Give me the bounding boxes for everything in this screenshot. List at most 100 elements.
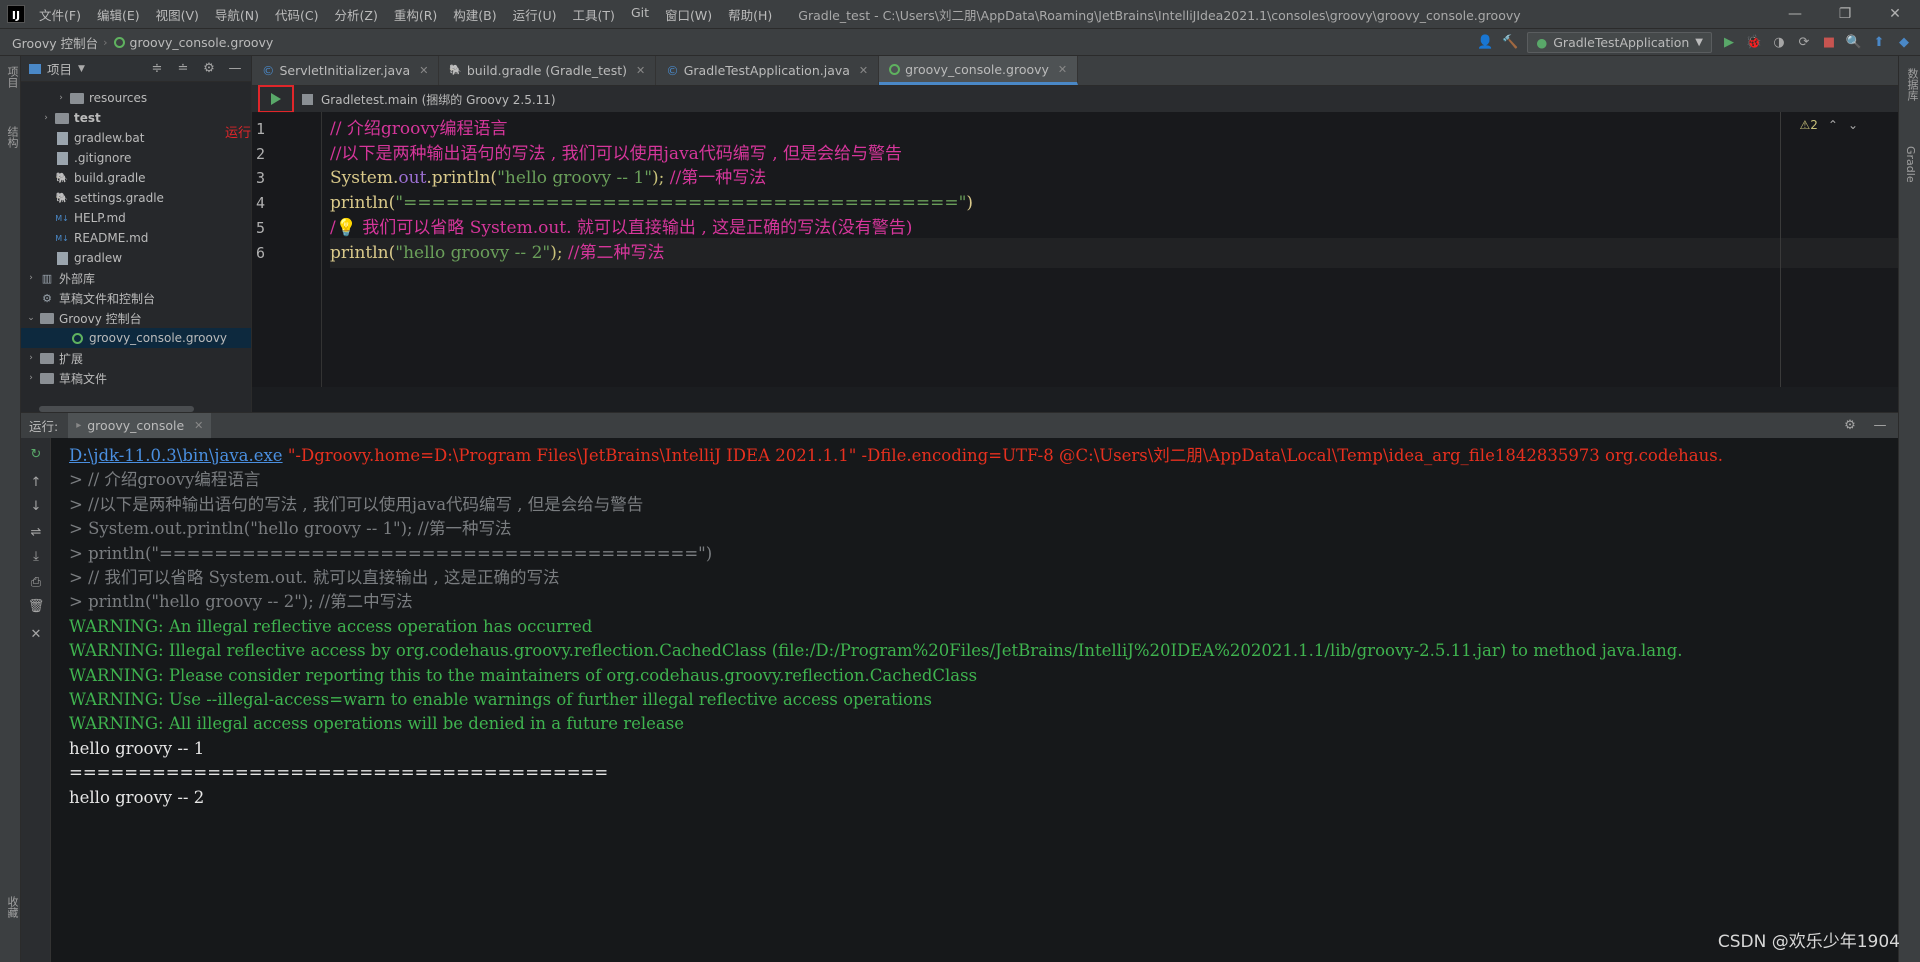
tree-item[interactable]: groovy_console.groovy — [21, 328, 251, 348]
close-icon[interactable]: ✕ — [636, 64, 645, 77]
gear-icon[interactable]: ⚙ — [1842, 418, 1858, 434]
tree-item-label: 扩展 — [59, 351, 84, 366]
close-icon[interactable]: ✕ — [194, 419, 203, 432]
line-number: 4 — [256, 194, 266, 213]
close-icon[interactable]: ✕ — [859, 64, 868, 77]
menu-item[interactable]: 工具(T) — [565, 5, 623, 24]
menu-item[interactable]: 帮助(H) — [720, 5, 780, 24]
editor-tab[interactable]: 🐘 build.gradle (Gradle_test) ✕ — [439, 56, 657, 85]
stripe-structure-button[interactable]: 结构 — [4, 126, 20, 148]
run-target-label[interactable]: Gradletest.main (捆绑的 Groovy 2.5.11) — [321, 91, 556, 108]
tree-item[interactable]: 🐘 build.gradle — [21, 168, 251, 188]
menu-item[interactable]: Git — [623, 5, 657, 24]
collapse-all-icon[interactable]: ≐ — [175, 61, 191, 77]
code-line[interactable]: println("hello groovy -- 2"); //第二种写法 — [330, 237, 1898, 268]
tree-item-label: 草稿文件和控制台 — [59, 291, 156, 306]
menu-item[interactable]: 文件(F) — [31, 5, 89, 24]
expand-arrow-icon[interactable]: › — [40, 113, 52, 123]
hide-icon[interactable]: — — [1872, 418, 1888, 434]
profile-icon[interactable]: ⟳ — [1796, 35, 1812, 51]
tree-item[interactable]: gradlew.bat — [21, 128, 251, 148]
warning-count[interactable]: ⚠2 — [1799, 118, 1817, 132]
menu-item[interactable]: 窗口(W) — [657, 5, 720, 24]
console-line: WARNING: Please consider reporting this … — [69, 664, 977, 688]
arrow-up-icon[interactable]: ↑ — [28, 474, 44, 490]
console-output[interactable]: D:\jdk-11.0.3\bin\java.exe "-Dgroovy.hom… — [51, 438, 1898, 962]
menu-item[interactable]: 代码(C) — [267, 5, 326, 24]
tree-item[interactable]: ⚙ 草稿文件和控制台 — [21, 288, 251, 308]
debug-icon[interactable]: 🐞 — [1746, 35, 1762, 51]
ide-logo-icon[interactable]: ◆ — [1896, 35, 1912, 51]
editor-run-toolbar: Gradletest.main (捆绑的 Groovy 2.5.11) — [252, 85, 1898, 113]
tree-item[interactable]: › 草稿文件 — [21, 368, 251, 388]
chevron-up-icon[interactable]: ⌃ — [1828, 118, 1838, 132]
console-text: > println("hello groovy -- 2"); //第二中写法 — [69, 592, 413, 612]
breadcrumb-file[interactable]: groovy_console.groovy — [113, 35, 280, 50]
tree-item[interactable]: .gitignore — [21, 148, 251, 168]
editor-tab[interactable]: © ServletInitializer.java ✕ — [252, 56, 440, 85]
menu-item[interactable]: 重构(R) — [386, 5, 445, 24]
tree-item[interactable]: 🐘 settings.gradle — [21, 188, 251, 208]
run-tab-groovy-console[interactable]: ▸ groovy_console ✕ — [68, 412, 212, 439]
close-icon[interactable]: ✕ — [28, 626, 44, 642]
tree-item[interactable]: › test — [21, 108, 251, 128]
expand-arrow-icon[interactable]: › — [25, 273, 37, 283]
coverage-icon[interactable]: ◑ — [1771, 35, 1787, 51]
editor-tab[interactable]: groovy_console.groovy ✕ — [879, 56, 1079, 85]
soft-wrap-icon[interactable]: ⇌ — [28, 524, 44, 540]
menu-item[interactable]: 导航(N) — [207, 5, 267, 24]
inspection-widget[interactable]: ⚠2 ⌃ ⌄ — [1799, 118, 1858, 132]
stripe-favorites-button[interactable]: 收藏 — [4, 896, 20, 918]
run-icon[interactable]: ▶ — [1721, 35, 1737, 51]
tree-item[interactable]: › resources — [21, 88, 251, 108]
stop-icon[interactable]: ■ — [1821, 35, 1837, 51]
menu-item[interactable]: 运行(U) — [505, 5, 565, 24]
tree-item[interactable]: ⌄ Groovy 控制台 — [21, 308, 251, 328]
run-button[interactable] — [258, 85, 294, 113]
update-icon[interactable]: ⬆ — [1871, 35, 1887, 51]
menu-item[interactable]: 编辑(E) — [89, 5, 148, 24]
chevron-down-icon: ▼ — [1695, 37, 1703, 48]
tree-item[interactable]: › 扩展 — [21, 348, 251, 368]
gear-icon[interactable]: ⚙ — [201, 61, 217, 77]
restore-icon[interactable]: ❐ — [1820, 0, 1870, 28]
chevron-down-icon[interactable]: ⌄ — [1848, 118, 1858, 132]
menu-item[interactable]: 分析(Z) — [327, 5, 386, 24]
tree-item[interactable]: M↓ HELP.md — [21, 208, 251, 228]
breadcrumb-groovy-console[interactable]: Groovy 控制台 › — [0, 33, 114, 52]
stripe-gradle-button[interactable]: Gradle — [1904, 146, 1917, 183]
user-icon[interactable]: 👤 — [1477, 35, 1493, 51]
stripe-project-button[interactable]: 项目 — [4, 66, 20, 88]
close-icon[interactable]: ✕ — [419, 64, 428, 77]
trash-icon[interactable]: 🗑 — [28, 598, 45, 614]
run-configuration-select[interactable]: ● GradleTestApplication ▼ — [1527, 32, 1712, 53]
expand-all-icon[interactable]: ≑ — [149, 61, 165, 77]
print-icon[interactable]: ⎙ — [28, 574, 44, 590]
arrow-down-icon[interactable]: ↓ — [28, 498, 44, 514]
chevron-down-icon[interactable]: ▼ — [78, 64, 85, 74]
menu-item[interactable]: 构建(B) — [445, 5, 504, 24]
search-icon[interactable]: 🔍 — [1846, 35, 1862, 51]
console-text: > //以下是两种输出语句的写法 , 我们可以使用java代码编写 , 但是会给… — [69, 494, 644, 514]
project-view-select[interactable]: 项目 — [47, 59, 72, 78]
tree-item[interactable]: gradlew — [21, 248, 251, 268]
build-hammer-icon[interactable]: 🔨 — [1502, 35, 1518, 51]
scroll-to-end-icon[interactable]: ⤓ — [28, 548, 44, 564]
expand-arrow-icon[interactable]: › — [55, 93, 67, 103]
expand-arrow-icon[interactable]: ⌄ — [25, 313, 37, 323]
menu-item[interactable]: 视图(V) — [148, 5, 207, 24]
expand-arrow-icon[interactable]: › — [25, 353, 37, 363]
rerun-icon[interactable]: ↻ — [28, 446, 44, 462]
expand-arrow-icon[interactable]: › — [25, 373, 37, 383]
tree-item[interactable]: › ▥ 外部库 — [21, 268, 251, 288]
code-editor[interactable]: 1 2 3 4 5 6 // 介绍groovy编程语言 //以下是两种输出语句的写法 , 我… — [252, 112, 1898, 387]
editor-tab[interactable]: © GradleTestApplication.java ✕ — [656, 56, 880, 85]
hide-icon[interactable]: — — [227, 61, 243, 77]
java-exe-link[interactable]: D:\jdk-11.0.3\bin\java.exe — [69, 446, 283, 465]
close-icon[interactable]: ✕ — [1870, 0, 1920, 28]
stripe-database-button[interactable]: 数据库 — [1904, 68, 1920, 101]
close-icon[interactable]: ✕ — [1058, 63, 1067, 76]
tree-item[interactable]: M↓ README.md — [21, 228, 251, 248]
minimize-icon[interactable]: — — [1770, 0, 1820, 28]
console-text: WARNING: All illegal access operations w… — [69, 714, 684, 734]
